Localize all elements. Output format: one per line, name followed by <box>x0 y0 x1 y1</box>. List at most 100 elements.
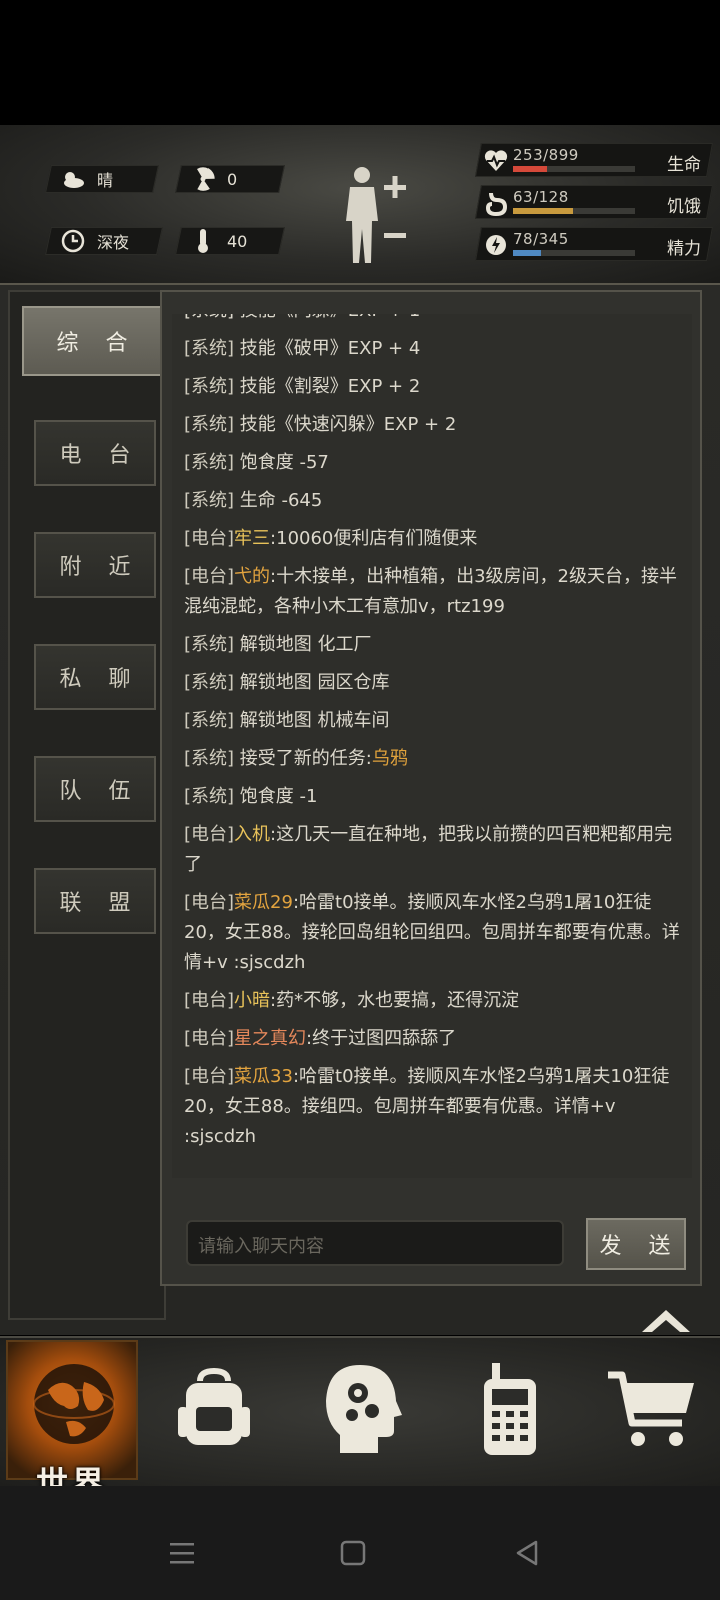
chat-sender-name[interactable]: 入机 <box>234 824 270 845</box>
tab-radio[interactable]: 电 台 <box>34 420 156 486</box>
time-box: 深夜 <box>45 227 163 255</box>
chat-line: [系统] 解锁地图 机械车间 <box>172 702 692 740</box>
chat-message-text: 饱食度 -57 <box>234 452 329 473</box>
collapse-arrow-icon[interactable] <box>640 1306 692 1334</box>
health-stat: 253/899 生命 <box>475 143 713 177</box>
tab-alliance[interactable]: 联 盟 <box>34 868 156 934</box>
energy-value: 78/345 <box>513 230 569 248</box>
chat-channel-tag: [电台] <box>184 824 235 845</box>
chat-line: [电台]入机:这几天一直在种地，把我以前攒的四百粑粑都用完了 <box>172 816 692 884</box>
chat-channel-tag: [系统] <box>184 452 235 473</box>
radiation-value: 0 <box>227 169 238 189</box>
energy-bar <box>513 250 635 256</box>
menu-icon[interactable] <box>168 1540 196 1566</box>
chat-message-text: 生命 -645 <box>234 490 323 511</box>
radiation-icon <box>189 167 217 191</box>
chat-channel-tag: [系统] <box>184 748 235 769</box>
weather-box: 晴 <box>45 165 159 193</box>
chat-log[interactable]: [系统] 技能《闪躲》EXP + 1 [系统] 技能《破甲》EXP + 4[系统… <box>172 314 692 1178</box>
chat-channel-tag: [电台] <box>184 1028 235 1049</box>
chat-message-text: 解锁地图 化工厂 <box>234 634 372 655</box>
back-icon[interactable] <box>514 1540 540 1566</box>
chat-sender-name[interactable]: 菜瓜29 <box>234 892 293 913</box>
clock-icon <box>59 229 87 253</box>
chat-message-text: 解锁地图 机械车间 <box>234 710 390 731</box>
chat-channel-tag: [电台] <box>184 892 235 913</box>
tab-private[interactable]: 私 聊 <box>34 644 156 710</box>
energy-label: 精力 <box>667 239 701 259</box>
home-icon[interactable] <box>340 1540 366 1566</box>
heart-icon <box>484 150 508 171</box>
nav-skills-button[interactable] <box>302 1344 422 1474</box>
chat-sender-name[interactable]: 弋的 <box>234 566 270 587</box>
chat-channel-tag: [系统] <box>184 338 235 359</box>
chat-line-partial: [系统] 技能《闪躲》EXP + 1 <box>172 314 692 330</box>
chat-line: [电台]菜瓜33:哈雷t0接单。接顺风车水怪2乌鸦1屠夫10狂徒20，女王88。… <box>172 1058 692 1156</box>
tab-nearby[interactable]: 附 近 <box>34 532 156 598</box>
nav-backpack-button[interactable] <box>154 1344 274 1474</box>
brain-bolt-icon <box>486 235 506 255</box>
chat-line: [系统] 解锁地图 园区仓库 <box>172 664 692 702</box>
chat-message-text: 技能《割裂》EXP + 2 <box>234 376 421 397</box>
chat-line: [系统] 技能《快速闪躲》EXP + 2 <box>172 406 692 444</box>
chat-sender-name[interactable]: 小暗 <box>234 990 270 1011</box>
chat-channel-tag: [系统] <box>184 490 235 511</box>
chat-quest-link[interactable]: 乌鸦 <box>372 748 408 769</box>
chat-channel-tag: [系统] <box>184 672 235 693</box>
chat-line: [系统] 技能《割裂》EXP + 2 <box>172 368 692 406</box>
weather-text: 晴 <box>97 171 114 190</box>
body-status-button[interactable] <box>340 163 420 273</box>
chat-line: [电台]星之真幻:终于过图四舔舔了 <box>172 1020 692 1058</box>
chat-channel-tag: [系统] <box>184 710 235 731</box>
weather-icon <box>59 167 87 191</box>
nav-shop-button[interactable] <box>592 1344 712 1474</box>
chat-message-text: :终于过图四舔舔了 <box>306 1028 457 1049</box>
head-gears-icon <box>326 1365 402 1453</box>
chat-line: [系统] 饱食度 -1 <box>172 778 692 816</box>
chat-channel-tag: [电台] <box>184 1066 235 1087</box>
chat-channel-tag: [系统] <box>184 634 235 655</box>
chat-channel-tag: [系统] <box>184 376 235 397</box>
health-label: 生命 <box>667 155 701 175</box>
chat-panel: [系统] 技能《闪躲》EXP + 1 [系统] 技能《破甲》EXP + 4[系统… <box>160 290 702 1286</box>
chat-channel-tag: [电台] <box>184 990 235 1011</box>
tab-team[interactable]: 队 伍 <box>34 756 156 822</box>
chat-sender-name[interactable]: 菜瓜33 <box>234 1066 293 1087</box>
chat-line: [系统] 接受了新的任务:乌鸦 <box>172 740 692 778</box>
chat-line: [电台]菜瓜29:哈雷t0接单。接顺风车水怪2乌鸦1屠10狂徒20，女王88。接… <box>172 884 692 982</box>
hunger-bar <box>513 208 635 214</box>
thermometer-icon <box>189 229 217 253</box>
chat-channel-tag: [电台] <box>184 528 235 549</box>
chat-sender-name[interactable]: 牢三 <box>234 528 270 549</box>
chat-line: [电台]牢三:10060便利店有们随便来 <box>172 520 692 558</box>
chat-channel-tag: [系统] <box>184 414 235 435</box>
health-value: 253/899 <box>513 146 579 164</box>
chat-channel-tag: [系统] <box>184 786 235 807</box>
body-figure-icon <box>346 167 406 263</box>
chat-line: [电台]弋的:十木接单，出种植箱，出3级房间，2级天台，接半混纯混蛇，各种小木工… <box>172 558 692 626</box>
nav-radio-button[interactable] <box>450 1344 570 1474</box>
chat-channel-tag: [电台] <box>184 566 235 587</box>
chat-message-text: :10060便利店有们随便来 <box>270 528 478 549</box>
chat-line: [系统] 饱食度 -57 <box>172 444 692 482</box>
tab-general[interactable]: 综 合 <box>22 306 162 376</box>
chat-message-text: 饱食度 -1 <box>234 786 318 807</box>
chat-message-text: 技能《快速闪躲》EXP + 2 <box>234 414 457 435</box>
chat-sender-name[interactable]: 星之真幻 <box>234 1028 306 1049</box>
shopping-cart-icon <box>608 1371 694 1446</box>
temperature-box: 40 <box>175 227 285 255</box>
energy-stat: 78/345 精力 <box>475 227 713 261</box>
time-text: 深夜 <box>97 233 130 252</box>
temperature-value: 40 <box>227 231 248 251</box>
chat-message-text: 接受了新的任务: <box>234 748 372 769</box>
chat-line: [系统] 技能《破甲》EXP + 4 <box>172 330 692 368</box>
health-bar <box>513 166 635 172</box>
send-button[interactable]: 发 送 <box>586 1218 686 1270</box>
walkie-talkie-icon <box>484 1363 536 1455</box>
hunger-label: 饥饿 <box>667 197 701 217</box>
hunger-stat: 63/128 饥饿 <box>475 185 713 219</box>
stomach-icon <box>485 192 508 216</box>
chat-message-text: 解锁地图 园区仓库 <box>234 672 390 693</box>
hunger-value: 63/128 <box>513 188 569 206</box>
chat-input[interactable]: 请输入聊天内容 <box>186 1220 564 1266</box>
